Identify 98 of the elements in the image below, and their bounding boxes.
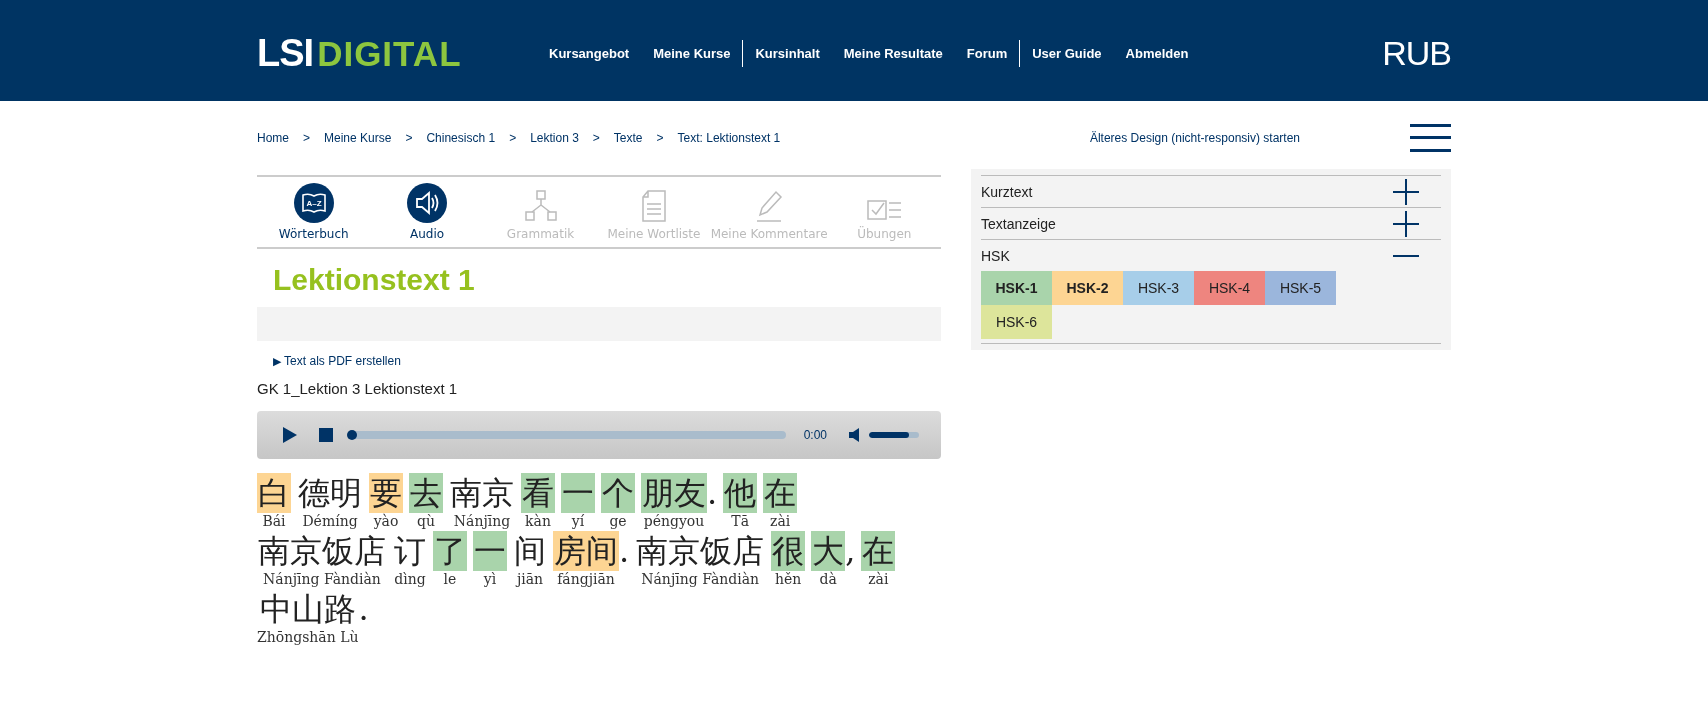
breadcrumb-link[interactable]: Home bbox=[257, 131, 289, 145]
pinyin-text: Zhōngshān Lù bbox=[257, 629, 359, 645]
expand-icon[interactable] bbox=[1393, 178, 1419, 205]
pinyin-text: Démíng bbox=[302, 513, 358, 529]
punctuation: , bbox=[845, 531, 856, 571]
pdf-link[interactable]: ▶ Text als PDF erstellen bbox=[273, 354, 941, 368]
hsk-level-toggle[interactable]: HSK-3 bbox=[1123, 271, 1194, 305]
pinyin-text: fángjiān bbox=[557, 571, 615, 587]
chinese-word[interactable]: 白 bbox=[257, 473, 291, 513]
chinese-word[interactable]: 在 bbox=[763, 473, 798, 513]
expand-icon[interactable] bbox=[1393, 210, 1419, 237]
nav-link[interactable]: Kursangebot bbox=[537, 46, 642, 61]
chinese-word[interactable]: 了 bbox=[433, 531, 467, 571]
breadcrumb-separator: > bbox=[592, 131, 600, 145]
time-display: 0:00 bbox=[803, 428, 827, 442]
pinyin-text: Nánjīng Fàndiàn bbox=[263, 571, 381, 587]
dictionary-icon: A–Z bbox=[293, 183, 334, 223]
chinese-word[interactable]: 看 bbox=[521, 473, 555, 513]
hsk-level-toggle[interactable]: HSK-6 bbox=[981, 305, 1052, 339]
pencil-icon bbox=[754, 189, 785, 223]
accordion-header[interactable]: Kurztext bbox=[981, 183, 1033, 200]
chinese-word[interactable]: 大 bbox=[811, 531, 846, 571]
pinyin-text: hěn bbox=[775, 571, 802, 587]
document-icon bbox=[640, 189, 667, 223]
logo-text: LSI bbox=[257, 32, 314, 75]
pinyin-text: dà bbox=[819, 571, 837, 587]
diagram-icon bbox=[523, 189, 558, 223]
chinese-word[interactable]: 在 bbox=[861, 531, 896, 571]
chinese-word[interactable]: 南京饭店 bbox=[635, 531, 766, 571]
chinese-word[interactable]: 南京 bbox=[449, 473, 515, 513]
punctuation: . bbox=[707, 473, 718, 513]
speaker-icon bbox=[407, 183, 448, 223]
pinyin-text: zài bbox=[770, 513, 791, 529]
pinyin-text: Tā bbox=[731, 513, 749, 529]
pinyin-text: jiān bbox=[516, 571, 544, 587]
nav-link[interactable]: Abmelden bbox=[1113, 46, 1201, 61]
nav-link[interactable]: Forum bbox=[954, 46, 1020, 61]
breadcrumb-link[interactable]: Chinesisch 1 bbox=[426, 131, 496, 145]
pinyin-text: Bái bbox=[262, 513, 286, 529]
chinese-word[interactable]: 去 bbox=[409, 473, 443, 513]
text-subtitle: GK 1_Lektion 3 Lektionstext 1 bbox=[257, 380, 459, 397]
chinese-word[interactable]: 一 bbox=[561, 473, 595, 513]
chinese-word[interactable]: 朋友 bbox=[641, 473, 707, 513]
hsk-level-toggle[interactable]: HSK-1 bbox=[981, 271, 1052, 305]
hsk-level-toggle[interactable]: HSK-5 bbox=[1265, 271, 1336, 305]
chinese-word[interactable]: 订 bbox=[393, 531, 427, 571]
progress-thumb[interactable] bbox=[347, 430, 357, 440]
volume-fill[interactable] bbox=[869, 432, 909, 438]
old-design-link[interactable]: Älteres Design (nicht-responsiv) starten bbox=[1089, 131, 1300, 145]
chinese-word[interactable]: 个 bbox=[601, 473, 635, 513]
pinyin-text: ge bbox=[609, 513, 627, 529]
breadcrumb-separator: > bbox=[656, 131, 664, 145]
toolbar-button[interactable]: A–Z Wörterbuch bbox=[257, 177, 371, 247]
logo-text: DIGITAL bbox=[317, 34, 462, 74]
breadcrumb-separator: > bbox=[509, 131, 517, 145]
pinyin-text: Nánjīng Fàndiàn bbox=[641, 571, 760, 587]
pinyin-text: yí bbox=[571, 513, 585, 529]
nav-link[interactable]: Meine Resultate bbox=[831, 46, 955, 61]
breadcrumb-link[interactable]: Texte bbox=[613, 131, 643, 145]
nav-link[interactable]: User Guide bbox=[1020, 46, 1114, 61]
toolbar-button[interactable]: Audio bbox=[370, 177, 484, 247]
punctuation: . bbox=[358, 589, 369, 629]
pinyin-text: le bbox=[443, 571, 457, 587]
volume-icon[interactable] bbox=[849, 428, 859, 442]
breadcrumb-separator: > bbox=[303, 131, 311, 145]
pinyin-text: kàn bbox=[525, 513, 551, 529]
chinese-word[interactable]: 中山路 bbox=[258, 589, 357, 629]
breadcrumb-link[interactable]: Lektion 3 bbox=[530, 131, 579, 145]
brand-logo: RUB bbox=[1382, 34, 1451, 73]
chinese-word[interactable]: 要 bbox=[369, 473, 403, 513]
chinese-word[interactable]: 很 bbox=[771, 531, 806, 571]
nav-link[interactable]: Kursinhalt bbox=[743, 46, 832, 61]
pinyin-text: dìng bbox=[394, 571, 426, 587]
page-title: Lektionstext 1 bbox=[273, 263, 476, 298]
punctuation: . bbox=[619, 531, 630, 571]
pinyin-text: yì bbox=[483, 571, 497, 587]
checklist-icon bbox=[866, 197, 903, 223]
nav-link[interactable]: Meine Kurse bbox=[641, 46, 743, 61]
accordion-header[interactable]: Textanzeige bbox=[981, 215, 1056, 232]
breadcrumb-link[interactable]: Text: Lektionstext 1 bbox=[677, 131, 781, 145]
pinyin-text: Nánjīng bbox=[453, 513, 511, 529]
menu-icon[interactable] bbox=[1410, 124, 1451, 152]
chinese-word[interactable]: 他 bbox=[723, 473, 758, 513]
chinese-word[interactable]: 南京饭店 bbox=[257, 531, 387, 571]
hsk-level-toggle[interactable]: HSK-2 bbox=[1052, 271, 1123, 305]
breadcrumb-separator: > bbox=[405, 131, 413, 145]
accordion-header[interactable]: HSK bbox=[981, 247, 1010, 264]
pinyin-text: qù bbox=[417, 513, 435, 529]
chinese-word[interactable]: 间 bbox=[513, 531, 547, 571]
chinese-word[interactable]: 一 bbox=[473, 531, 507, 571]
hsk-level-toggle[interactable]: HSK-4 bbox=[1194, 271, 1265, 305]
chinese-word[interactable]: 德明 bbox=[297, 473, 363, 513]
breadcrumb-link[interactable]: Meine Kurse bbox=[324, 131, 392, 145]
pinyin-text: péngyou bbox=[643, 513, 705, 529]
chinese-word[interactable]: 房间 bbox=[553, 531, 619, 571]
play-icon[interactable] bbox=[283, 427, 297, 443]
pinyin-text: zài bbox=[868, 571, 889, 587]
pinyin-text: yào bbox=[373, 513, 399, 529]
